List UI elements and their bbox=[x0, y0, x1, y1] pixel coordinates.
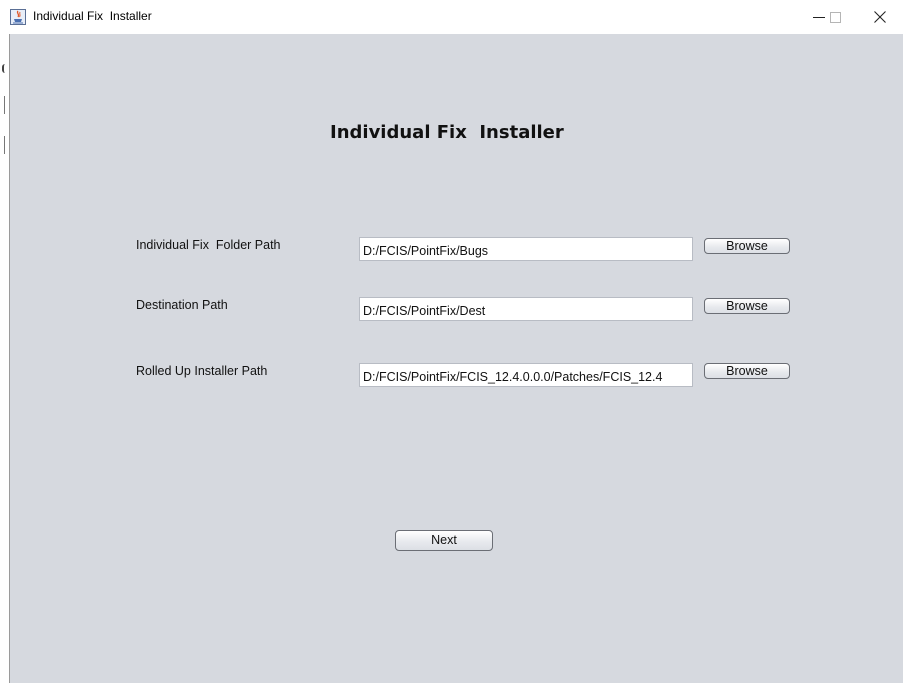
edge-mark bbox=[2, 64, 6, 73]
window-title: Individual Fix Installer bbox=[33, 9, 152, 23]
folder-path-field[interactable]: D:/FCIS/PointFix/Bugs bbox=[359, 237, 693, 261]
close-icon bbox=[874, 11, 886, 23]
installer-window: Individual Fix Installer Individual Fix … bbox=[0, 0, 903, 683]
edge-mark bbox=[4, 136, 5, 154]
maximize-icon bbox=[829, 11, 841, 23]
destination-path-browse-button[interactable]: Browse bbox=[704, 298, 790, 314]
page-title: Individual Fix Installer bbox=[330, 122, 564, 143]
java-app-icon bbox=[10, 9, 26, 25]
destination-path-label: Destination Path bbox=[136, 298, 228, 312]
folder-path-label: Individual Fix Folder Path bbox=[136, 238, 281, 252]
folder-path-browse-button[interactable]: Browse bbox=[704, 238, 790, 254]
installer-path-label: Rolled Up Installer Path bbox=[136, 364, 268, 378]
edge-mark bbox=[4, 96, 5, 114]
close-button[interactable] bbox=[857, 0, 903, 34]
window-left-edge bbox=[0, 34, 10, 683]
installer-panel: Individual Fix Installer Individual Fix … bbox=[10, 34, 903, 683]
installer-path-field[interactable]: D:/FCIS/PointFix/FCIS_12.4.0.0.0/Patches… bbox=[359, 363, 693, 387]
next-button[interactable]: Next bbox=[395, 530, 493, 551]
installer-path-browse-button[interactable]: Browse bbox=[704, 363, 790, 379]
destination-path-field[interactable]: D:/FCIS/PointFix/Dest bbox=[359, 297, 693, 321]
maximize-button[interactable] bbox=[812, 0, 858, 34]
title-bar[interactable]: Individual Fix Installer bbox=[0, 0, 903, 34]
